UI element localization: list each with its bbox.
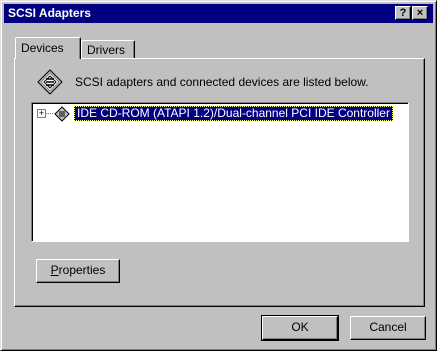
scsi-adapter-icon	[37, 69, 63, 95]
tab-devices[interactable]: Devices	[15, 37, 81, 59]
properties-accel-letter: P	[50, 263, 59, 277]
ok-button[interactable]: OK	[261, 315, 339, 341]
tab-drivers[interactable]: Drivers	[81, 40, 135, 59]
header-description: SCSI adapters and connected devices are …	[75, 75, 369, 89]
tree-item-label[interactable]: IDE CD-ROM (ATAPI 1.2)/Dual-channel PCI …	[74, 106, 393, 121]
title-bar[interactable]: SCSI Adapters ? ×	[4, 4, 433, 23]
device-tree-list[interactable]: + IDE CD-ROM (ATAPI 1.2)/Dual-channel PC…	[31, 102, 409, 242]
scsi-adapters-dialog: SCSI Adapters ? × Devices Drivers SCSI a…	[0, 0, 437, 351]
expand-plus-icon[interactable]: +	[37, 109, 46, 118]
properties-label: roperties	[58, 263, 106, 277]
tree-connector-line	[46, 113, 53, 114]
scsi-controller-icon	[54, 106, 70, 122]
window-title: SCSI Adapters	[8, 6, 91, 20]
devices-tab-panel: SCSI adapters and connected devices are …	[14, 58, 425, 307]
close-button[interactable]: ×	[412, 6, 428, 20]
cancel-button[interactable]: Cancel	[350, 316, 426, 340]
help-button[interactable]: ?	[395, 6, 411, 20]
properties-button[interactable]: Properties	[36, 259, 120, 283]
